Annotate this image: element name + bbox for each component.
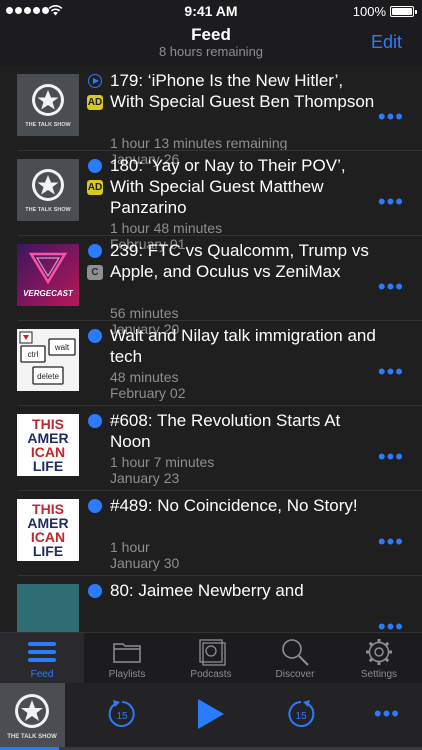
episode-title: Walt and Nilay talk immigration and tech <box>110 326 376 366</box>
now-playing-indicator-icon <box>88 74 102 88</box>
page-title: Feed <box>191 25 231 44</box>
magnifier-icon <box>280 637 310 667</box>
battery-icon <box>390 6 417 17</box>
skip-back-15-button[interactable]: 15 <box>105 697 139 731</box>
episode-row[interactable]: THE TALK SHOW AD 179: ‘iPhone Is the New… <box>0 66 422 167</box>
artwork-vergecast-text: VERGECAST <box>23 289 74 298</box>
episode-more-button[interactable]: ••• <box>378 361 404 383</box>
unplayed-dot-icon <box>88 584 102 598</box>
artwork-tal-line: LIFE <box>33 458 63 474</box>
tab-label: Feed <box>30 669 54 680</box>
tab-label: Playlists <box>108 669 146 680</box>
episode-date: January 23 <box>110 470 180 486</box>
episode-more-button[interactable]: ••• <box>378 106 404 128</box>
episode-date: February 02 <box>110 385 186 401</box>
episode-title: 179: ‘iPhone Is the New Hitler’, With Sp… <box>110 71 375 111</box>
unplayed-dot-icon <box>88 244 102 258</box>
episode-title: #489: No Coincidence, No Story! <box>110 496 358 515</box>
artwork-walt-text: walt <box>54 343 70 352</box>
tab-bar: Feed Playlists Podcasts Discover Setting… <box>0 632 422 684</box>
tab-playlists[interactable]: Playlists <box>85 633 169 684</box>
unplayed-dot-icon <box>88 329 102 343</box>
podcast-artwork: VERGECAST <box>17 244 79 306</box>
skip-back-seconds: 15 <box>116 711 128 722</box>
artwork-talk-show-text: THE TALK SHOW <box>25 122 71 128</box>
episode-more-button[interactable]: ••• <box>378 191 404 213</box>
gear-icon <box>364 637 394 667</box>
episode-row[interactable]: ctrl walt delete Walt and Nilay talk imm… <box>0 321 422 406</box>
podcast-artwork <box>17 584 79 632</box>
episode-title: 239: FTC vs Qualcomm, Trump vs Apple, an… <box>110 241 369 281</box>
episode-feed-list[interactable]: THE TALK SHOW AD 179: ‘iPhone Is the New… <box>0 66 422 632</box>
episode-more-button[interactable]: ••• <box>378 616 404 633</box>
artwork-ctrl-text: ctrl <box>28 350 39 359</box>
tab-podcasts[interactable]: Podcasts <box>169 633 253 684</box>
episode-row[interactable]: THIS AMER ICAN LIFE #489: No Coincidence, N… <box>0 491 422 576</box>
status-bar: 9:41 AM 100% <box>0 0 422 22</box>
folder-icon <box>112 637 142 667</box>
episode-tag-badge: C <box>87 265 103 280</box>
episode-duration: 1 hour <box>110 539 150 555</box>
episode-tag-badge: AD <box>87 95 103 110</box>
feed-list-icon <box>27 637 57 667</box>
skip-forward-15-button[interactable]: 15 <box>284 697 318 731</box>
episode-date: January 30 <box>110 555 180 571</box>
player-more-button[interactable]: ••• <box>374 703 400 725</box>
episode-duration: 48 minutes <box>110 369 179 385</box>
tab-settings[interactable]: Settings <box>337 633 421 684</box>
podcast-artwork: THE TALK SHOW <box>17 74 79 136</box>
mini-player[interactable]: THE TALK SHOW 15 15 ••• <box>0 683 422 750</box>
artwork-tal-line: LIFE <box>33 543 63 559</box>
podcast-artwork: ctrl walt delete <box>17 329 79 391</box>
navigation-bar: Feed 8 hours remaining Edit <box>0 22 422 66</box>
unplayed-dot-icon <box>88 414 102 428</box>
artwork-delete-text: delete <box>37 372 59 381</box>
tab-label: Podcasts <box>190 669 232 680</box>
edit-button[interactable]: Edit <box>371 32 402 53</box>
now-playing-artwork[interactable]: THE TALK SHOW <box>0 683 65 747</box>
tab-feed[interactable]: Feed <box>0 633 84 684</box>
time-remaining-subtitle: 8 hours remaining <box>158 44 264 59</box>
battery-percentage: 100% <box>352 4 386 19</box>
tab-label: Discover <box>275 669 315 680</box>
episode-title: 180: ‘Yay or Nay to Their POV’, With Spe… <box>110 156 346 217</box>
episode-duration: 56 minutes <box>110 305 179 321</box>
artwork-talk-show-text: THE TALK SHOW <box>25 207 71 213</box>
episode-title: #608: The Revolution Starts At Noon <box>110 411 341 451</box>
episode-more-button[interactable]: ••• <box>378 276 404 298</box>
podcast-artwork: THIS AMER ICAN LIFE <box>17 499 79 561</box>
unplayed-dot-icon <box>88 499 102 513</box>
podcast-artwork: THIS AMER ICAN LIFE <box>17 414 79 476</box>
episode-row[interactable]: THIS AMER ICAN LIFE #608: The Revolution St… <box>0 406 422 491</box>
episode-row[interactable]: THE TALK SHOW AD 180: ‘Yay or Nay to The… <box>0 151 422 252</box>
episode-row[interactable]: 80: Jaimee Newberry and ••• <box>0 576 422 632</box>
episode-duration: 1 hour 48 minutes <box>110 220 223 236</box>
tab-label: Settings <box>360 669 398 680</box>
episode-tag-badge: AD <box>87 180 103 195</box>
podcasts-grid-icon <box>196 637 226 667</box>
episode-duration: 1 hour 7 minutes <box>110 454 215 470</box>
episode-more-button[interactable]: ••• <box>378 446 404 468</box>
episode-row[interactable]: VERGECAST C 239: FTC vs Qualcomm, Trump … <box>0 236 422 337</box>
unplayed-dot-icon <box>88 159 102 173</box>
play-button[interactable] <box>196 698 226 730</box>
episode-title: 80: Jaimee Newberry and <box>110 581 304 600</box>
now-playing-artwork-text: THE TALK SHOW <box>7 734 57 740</box>
skip-forward-seconds: 15 <box>295 711 307 722</box>
episode-more-button[interactable]: ••• <box>378 531 404 553</box>
tab-discover[interactable]: Discover <box>253 633 337 684</box>
podcast-artwork: THE TALK SHOW <box>17 159 79 221</box>
episode-duration: 1 hour 13 minutes remaining <box>110 135 288 151</box>
